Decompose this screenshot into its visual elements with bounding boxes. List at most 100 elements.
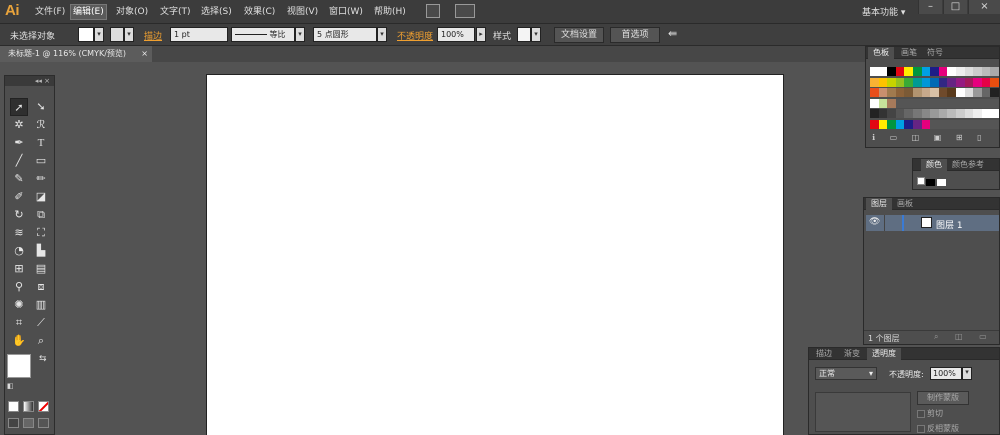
layer-name[interactable]: 图层 1 [936, 218, 963, 231]
menu-view[interactable]: 视图(V) [285, 5, 320, 19]
tab-layers[interactable]: 图层 [866, 198, 892, 210]
minimize-button[interactable]: – [918, 0, 942, 14]
mesh-tool-icon[interactable]: ⊞ [10, 260, 28, 278]
swatch[interactable] [990, 77, 1000, 87]
tab-stroke[interactable]: 描边 [811, 348, 837, 360]
magic-wand-icon[interactable]: ✲ [10, 116, 28, 134]
perspective-grid-icon[interactable]: ▙ [32, 242, 50, 260]
fill-color-icon[interactable] [7, 354, 31, 378]
menu-object[interactable]: 对象(O) [114, 5, 150, 19]
layers-footer-icons[interactable]: ⌕ ◫ ▭ [934, 332, 994, 342]
tab-transparency[interactable]: 透明度 [867, 348, 901, 360]
workspace-switcher[interactable]: 基本功能 ▾ [862, 5, 905, 18]
color-stroke-icon[interactable] [926, 179, 935, 186]
hand-tool-icon[interactable]: ✋ [10, 332, 28, 350]
make-mask-button[interactable]: 制作蒙版 [917, 391, 969, 405]
zoom-tool-icon[interactable]: ⌕ [32, 332, 50, 350]
profile-dropdown[interactable]: ▾ [295, 27, 305, 42]
tab-artboards[interactable]: 画板 [892, 198, 918, 210]
menu-help[interactable]: 帮助(H) [372, 5, 408, 19]
symbol-sprayer-icon[interactable]: ✺ [10, 296, 28, 314]
artboard-tool-icon[interactable]: ⌗ [10, 314, 28, 332]
swatch[interactable] [990, 109, 1000, 119]
color-white-icon[interactable] [937, 179, 946, 186]
layer-row[interactable]: 👁 图层 1 [866, 215, 999, 231]
visibility-eye-icon[interactable]: 👁 [869, 217, 880, 227]
stroke-swatch[interactable] [110, 27, 124, 42]
swatch[interactable] [990, 98, 1000, 108]
menu-effect[interactable]: 效果(C) [242, 5, 277, 19]
tab-color-guide[interactable]: 颜色参考 [947, 159, 989, 171]
tab-swatches[interactable]: 色板 [868, 47, 894, 59]
color-fill-icon[interactable] [917, 177, 925, 185]
variable-width-profile[interactable]: 等比 [231, 27, 295, 42]
stroke-weight-field[interactable]: 1 pt [170, 27, 228, 42]
width-tool-icon[interactable]: ≋ [10, 224, 28, 242]
invert-mask-checkbox[interactable] [917, 425, 925, 433]
fill-swatch[interactable] [78, 27, 94, 42]
pencil-icon[interactable]: ✏ [32, 170, 50, 188]
artboard[interactable] [206, 74, 784, 435]
rectangle-tool-icon[interactable]: ▭ [32, 152, 50, 170]
close-button[interactable]: × [968, 0, 1000, 14]
stroke-label[interactable]: 描边 [144, 29, 162, 42]
free-transform-icon[interactable]: ⛶ [32, 224, 50, 242]
line-tool-icon[interactable]: ╱ [10, 152, 28, 170]
color-mode-icon[interactable] [8, 401, 19, 412]
graphic-style-swatch[interactable] [517, 27, 531, 42]
swatch[interactable] [990, 88, 1000, 98]
arrange-documents-icon[interactable] [455, 4, 475, 18]
stroke-dropdown[interactable]: ▾ [124, 27, 134, 42]
column-graph-icon[interactable]: ▥ [32, 296, 50, 314]
menu-file[interactable]: 文件(F) [33, 5, 67, 19]
menu-select[interactable]: 选择(S) [199, 5, 234, 19]
draw-normal-icon[interactable] [8, 418, 19, 428]
menu-window[interactable]: 窗口(W) [327, 5, 365, 19]
swatch-grid[interactable] [870, 67, 1000, 131]
swatch[interactable] [990, 67, 1000, 76]
blob-brush-icon[interactable]: ✐ [10, 188, 28, 206]
document-setup-button[interactable]: 文档设置 [554, 27, 604, 43]
swatch[interactable] [990, 120, 1000, 129]
default-colors-icon[interactable]: ◧ [7, 382, 14, 390]
scale-tool-icon[interactable]: ⧉ [32, 206, 50, 224]
eraser-icon[interactable]: ◪ [32, 188, 50, 206]
fill-dropdown[interactable]: ▾ [94, 27, 104, 42]
paintbrush-icon[interactable]: ✎ [10, 170, 28, 188]
swatches-footer-icons[interactable]: ℹ ▭ ◫ ▣ ⊞ ▯ [872, 133, 988, 142]
transparency-opacity-dropdown[interactable]: ▾ [962, 367, 972, 380]
none-mode-icon[interactable] [38, 401, 49, 412]
rotate-tool-icon[interactable]: ↻ [10, 206, 28, 224]
clip-checkbox[interactable] [917, 410, 925, 418]
transparency-opacity-field[interactable]: 100% [930, 367, 962, 380]
bridge-icon[interactable] [426, 4, 440, 18]
shape-builder-icon[interactable]: ◔ [10, 242, 28, 260]
brush-definition[interactable]: 5 点圆形 [313, 27, 377, 42]
swap-colors-icon[interactable]: ⇆ [39, 354, 47, 364]
tab-color[interactable]: 颜色 [921, 159, 947, 171]
direct-selection-tool-icon[interactable]: ➘ [32, 98, 50, 116]
tools-panel-header[interactable]: ◂◂ × [5, 76, 54, 86]
type-tool-icon[interactable]: T [32, 134, 50, 152]
preferences-button[interactable]: 首选项 [610, 27, 660, 43]
blend-tool-icon[interactable]: ⧈ [32, 278, 50, 296]
blend-mode-select[interactable]: 正常 ▾ [815, 367, 877, 380]
maximize-button[interactable]: □ [943, 0, 967, 14]
opacity-field[interactable]: 100% [437, 27, 475, 42]
selection-tool-icon[interactable]: ➚ [10, 98, 28, 116]
brush-dropdown[interactable]: ▾ [377, 27, 387, 42]
tab-symbols[interactable]: 符号 [922, 47, 948, 59]
lasso-icon[interactable]: ℛ [32, 116, 50, 134]
style-dropdown[interactable]: ▾ [531, 27, 541, 42]
opacity-label[interactable]: 不透明度 [397, 29, 433, 42]
arrange-panel-icon[interactable]: ⇚ [668, 27, 677, 40]
close-document-icon[interactable]: × [141, 46, 148, 62]
draw-behind-icon[interactable] [23, 418, 34, 428]
pen-tool-icon[interactable]: ✒ [10, 134, 28, 152]
screen-mode-icon[interactable] [38, 418, 49, 428]
gradient-tool-icon[interactable]: ▤ [32, 260, 50, 278]
eyedropper-icon[interactable]: ⚲ [10, 278, 28, 296]
tab-brushes[interactable]: 画笔 [896, 47, 922, 59]
slice-tool-icon[interactable]: ⟋ [32, 314, 50, 332]
opacity-dropdown[interactable]: ▸ [476, 27, 486, 42]
